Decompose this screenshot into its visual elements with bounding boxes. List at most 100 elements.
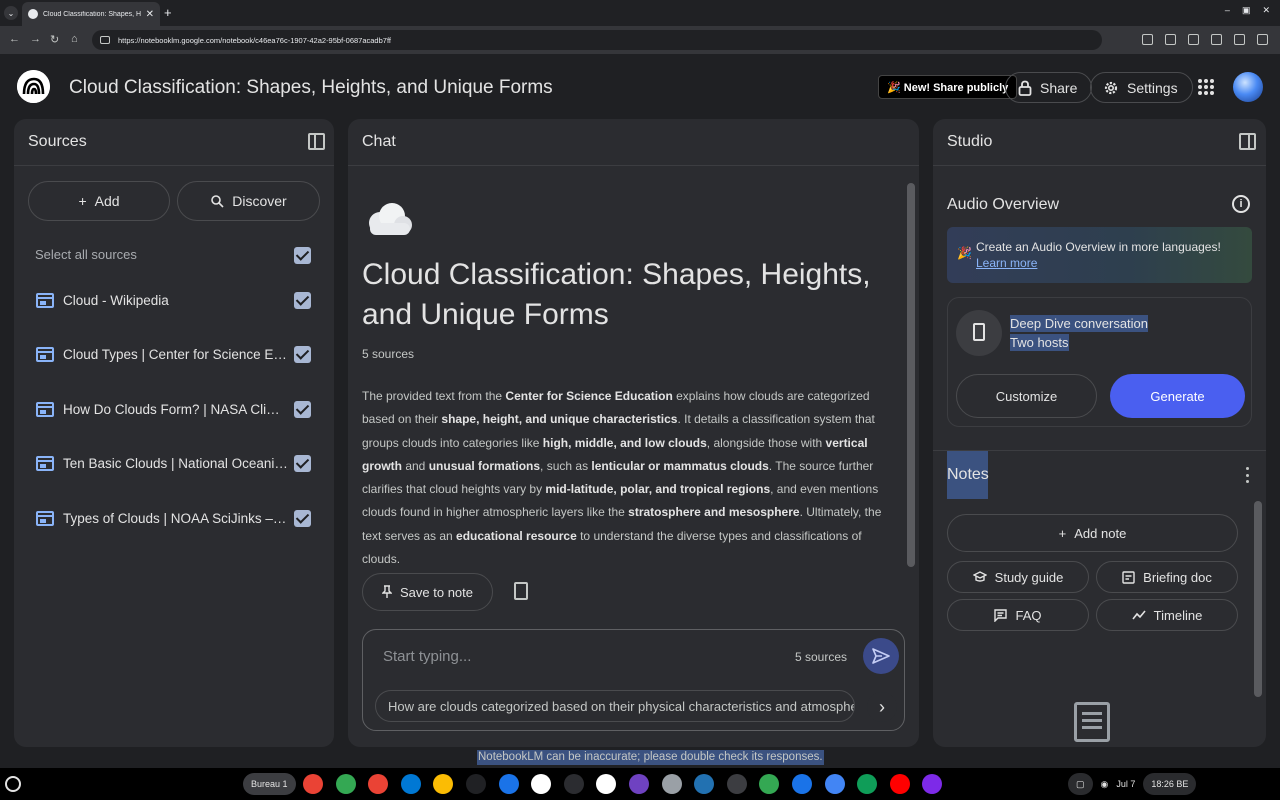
suggested-question[interactable]: How are clouds categorized based on thei…	[375, 690, 855, 722]
learn-more-link[interactable]: Learn more	[976, 256, 1037, 270]
site-info-icon[interactable]	[100, 36, 110, 44]
source-checkbox[interactable]	[294, 346, 311, 363]
gemini-icon[interactable]	[531, 774, 551, 794]
chrome-icon[interactable]	[303, 774, 323, 794]
share-label: Share	[1040, 79, 1078, 96]
web-source-icon	[36, 347, 54, 362]
share-publicly-button[interactable]: 🎉 New! Share publicly	[878, 75, 1018, 99]
chat-input-placeholder[interactable]: Start typing...	[383, 648, 471, 665]
sheets-icon[interactable]	[857, 774, 877, 794]
maximize-button[interactable]: ▣	[1242, 5, 1251, 16]
copy-icon[interactable]	[514, 582, 528, 600]
timeline-button[interactable]: Timeline	[1096, 599, 1238, 631]
languages-banner: 🎉 Create an Audio Overview in more langu…	[947, 227, 1252, 283]
browser-tab[interactable]: Cloud Classification: Shapes, He ✕	[22, 2, 160, 26]
collapse-panel-icon[interactable]	[1239, 133, 1256, 150]
screen-capture-icon[interactable]: ▢	[1068, 773, 1093, 795]
forward-arrow-icon[interactable]: →	[30, 33, 41, 45]
reload-icon[interactable]: ↻	[50, 33, 59, 46]
add-note-button[interactable]: + Add note	[947, 514, 1238, 552]
new-tab-button[interactable]: +	[164, 5, 172, 20]
notebooklm-logo-icon[interactable]	[17, 70, 50, 103]
tab-close-icon[interactable]: ✕	[146, 9, 154, 20]
launcher-icon[interactable]	[5, 776, 21, 792]
code-icon[interactable]	[759, 774, 779, 794]
url-bar[interactable]: https://notebooklm.google.com/notebook/c…	[92, 30, 1102, 50]
app-icon-2[interactable]	[629, 774, 649, 794]
summary-highlight: shape, height, and unique characteristic…	[441, 412, 678, 427]
vscode-icon[interactable]	[401, 774, 421, 794]
close-window-button[interactable]: ✕	[1262, 5, 1270, 16]
notebook-title[interactable]: Cloud Classification: Shapes, Heights, a…	[69, 77, 553, 99]
status-tray[interactable]: ▢ ◉ Jul 7 18:26 BE	[1068, 772, 1280, 796]
settings-button[interactable]: Settings	[1090, 72, 1193, 103]
customize-button[interactable]: Customize	[956, 374, 1097, 418]
source-checkbox[interactable]	[294, 292, 311, 309]
share-button[interactable]: Share	[1005, 72, 1093, 103]
gmail-icon[interactable]	[368, 774, 388, 794]
app-icon-3[interactable]	[662, 774, 682, 794]
back-arrow-icon[interactable]: ←	[9, 33, 20, 45]
source-checkbox[interactable]	[294, 455, 311, 472]
collapse-panel-icon[interactable]	[308, 133, 325, 150]
anthropic-icon[interactable]	[564, 774, 584, 794]
files-icon[interactable]	[792, 774, 812, 794]
minimize-button[interactable]: –	[1225, 5, 1230, 16]
summary-highlight: mid-latitude, polar, and tropical region…	[545, 482, 771, 497]
extension-icon[interactable]	[1165, 34, 1176, 45]
audio-overview-heading: Audio Overview	[947, 196, 1060, 213]
wordpress-icon[interactable]	[694, 774, 714, 794]
tab-search-button[interactable]: ⌄	[4, 6, 18, 20]
summary-highlight: high, middle, and low clouds	[542, 435, 707, 450]
extension-icon[interactable]	[1142, 34, 1153, 45]
desk-switcher[interactable]: Bureau 1	[243, 773, 296, 795]
youtube-icon[interactable]	[890, 774, 910, 794]
chat-scrollbar[interactable]	[907, 183, 915, 567]
discover-button[interactable]: Discover	[177, 181, 320, 221]
chevron-right-icon[interactable]: ›	[867, 692, 897, 722]
account-avatar[interactable]	[1233, 72, 1263, 102]
extension-icon[interactable]	[1211, 34, 1222, 45]
source-item[interactable]: Ten Basic Clouds | National Oceanic and …	[14, 450, 334, 480]
terminal-icon[interactable]	[727, 774, 747, 794]
faq-button[interactable]: FAQ	[947, 599, 1089, 631]
photos-icon[interactable]	[433, 774, 453, 794]
source-checkbox[interactable]	[294, 510, 311, 527]
summary-highlight: educational resource	[456, 528, 577, 543]
extension-icons	[1142, 34, 1268, 45]
source-item[interactable]: Cloud - Wikipedia	[14, 287, 334, 317]
notebooklm-icon[interactable]	[466, 774, 486, 794]
chat-panel: Chat Cloud Classification: Shapes, Heigh…	[348, 119, 919, 747]
docs-icon[interactable]	[825, 774, 845, 794]
faq-icon	[994, 608, 1008, 622]
chatgpt-icon[interactable]	[596, 774, 616, 794]
chat-input-box[interactable]: Start typing... 5 sources How are clouds…	[362, 629, 905, 731]
source-item[interactable]: Cloud Types | Center for Science Educati…	[14, 341, 334, 371]
briefing-doc-icon	[1122, 570, 1135, 584]
send-button[interactable]	[863, 638, 899, 674]
study-guide-button[interactable]: Study guide	[947, 561, 1089, 593]
canva-icon[interactable]	[922, 774, 942, 794]
app-icon[interactable]	[499, 774, 519, 794]
save-to-note-button[interactable]: Save to note	[362, 573, 493, 611]
bookmark-icon[interactable]	[1234, 34, 1245, 45]
select-all-checkbox[interactable]	[294, 247, 311, 264]
input-source-count: 5 sources	[795, 650, 848, 664]
more-vert-icon[interactable]	[1246, 467, 1250, 483]
extension-icon[interactable]	[1188, 34, 1199, 45]
source-checkbox[interactable]	[294, 401, 311, 418]
profile-icon[interactable]	[1257, 34, 1268, 45]
home-icon[interactable]: ⌂	[71, 33, 78, 45]
source-label: Cloud - Wikipedia	[63, 293, 169, 308]
google-apps-icon[interactable]	[1198, 79, 1214, 95]
notification-icon[interactable]: ◉	[1101, 779, 1109, 790]
generate-button[interactable]: Generate	[1110, 374, 1245, 418]
notes-scrollbar[interactable]	[1254, 501, 1262, 697]
drive-icon[interactable]	[336, 774, 356, 794]
timeline-label: Timeline	[1153, 607, 1203, 623]
add-source-button[interactable]: + Add	[28, 181, 170, 221]
briefing-doc-button[interactable]: Briefing doc	[1096, 561, 1238, 593]
source-item[interactable]: Types of Clouds | NOAA SciJinks – All Ab…	[14, 505, 334, 535]
source-item[interactable]: How Do Clouds Form? | NASA Climate Kids	[14, 396, 334, 426]
info-icon[interactable]: i	[1232, 195, 1250, 213]
